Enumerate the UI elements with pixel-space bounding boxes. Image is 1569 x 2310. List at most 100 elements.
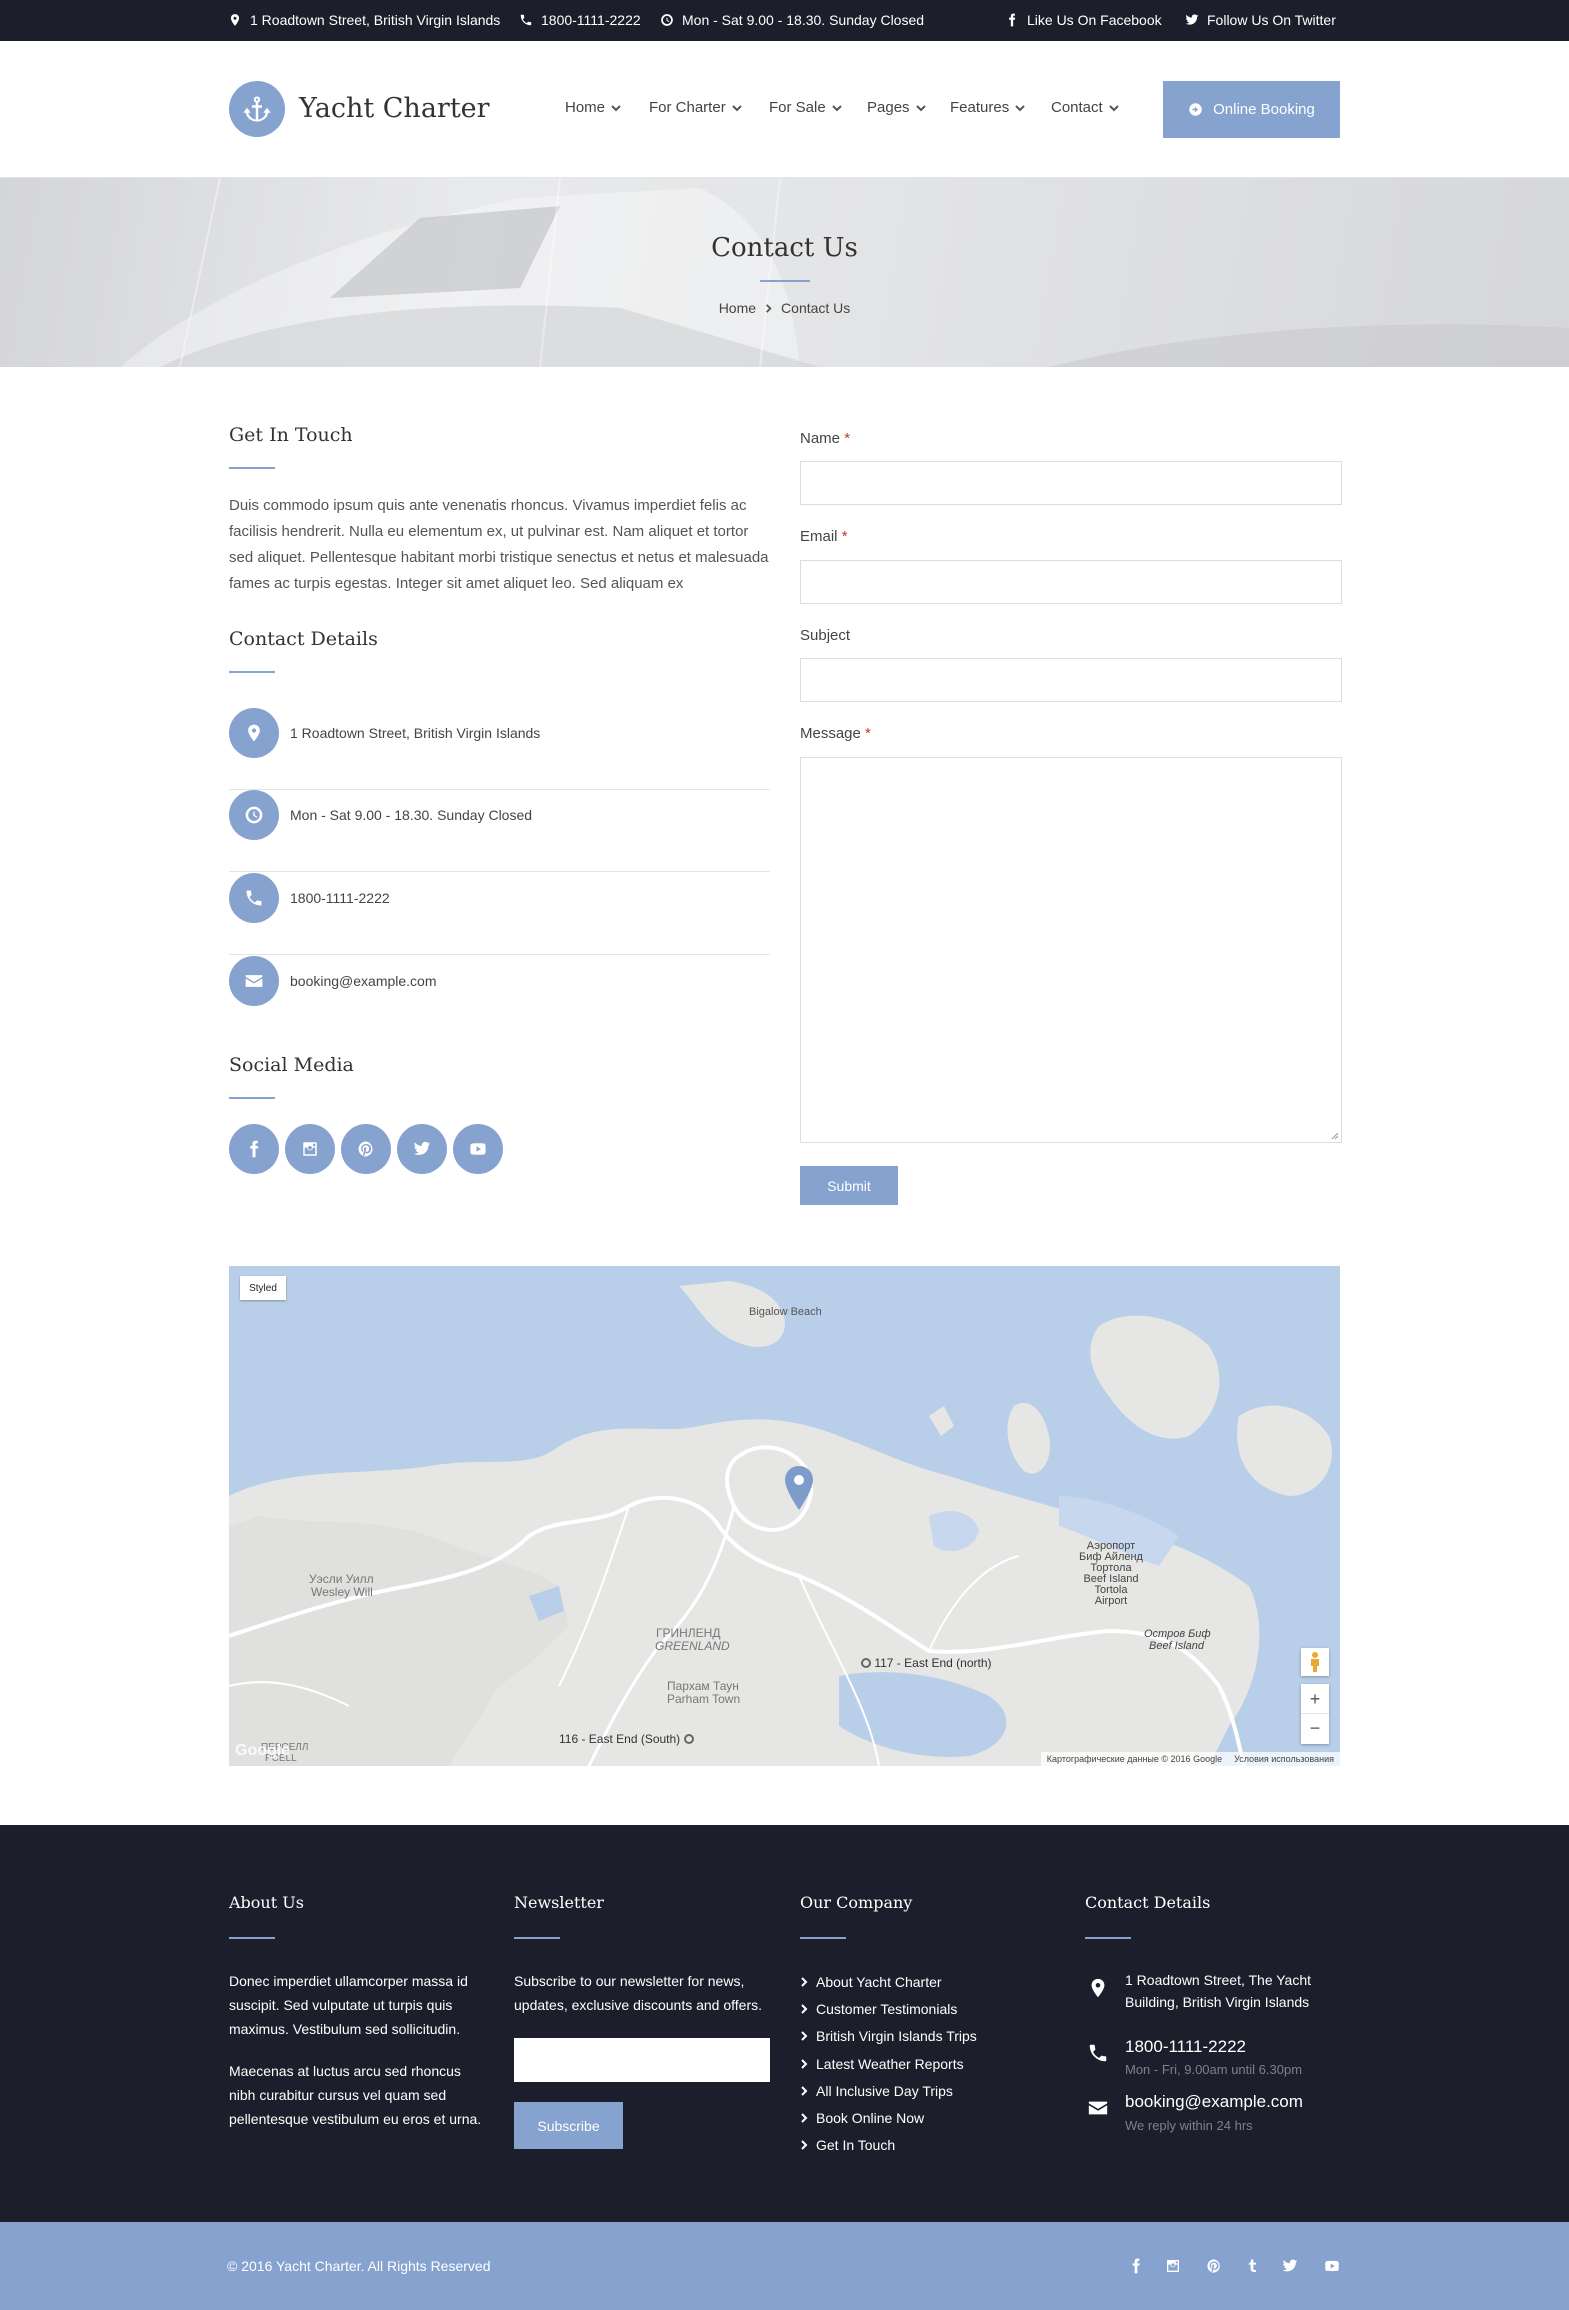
facebook-icon bbox=[1009, 13, 1016, 27]
google-logo[interactable]: Google bbox=[235, 1742, 290, 1760]
social-pinterest-button[interactable] bbox=[341, 1124, 391, 1174]
footer-link[interactable]: Get In Touch bbox=[800, 2132, 977, 2159]
social-instagram-button[interactable] bbox=[285, 1124, 335, 1174]
envelope-icon bbox=[245, 975, 263, 987]
online-booking-button[interactable]: Online Booking bbox=[1163, 81, 1340, 138]
bottom-facebook-link[interactable] bbox=[1126, 2256, 1146, 2276]
footer-phone[interactable]: 1800-1111-2222 bbox=[1125, 2037, 1246, 2057]
footer-email[interactable]: booking@example.com bbox=[1125, 2092, 1303, 2112]
newsletter-email-input[interactable] bbox=[514, 2038, 770, 2082]
copyright-text: © 2016 Yacht Charter. All Rights Reserve… bbox=[227, 2258, 491, 2274]
map-pin-icon[interactable] bbox=[785, 1466, 813, 1510]
map-label: Уэсли Уилл bbox=[309, 1572, 374, 1586]
clock-icon bbox=[245, 806, 263, 824]
newsletter-text: Subscribe to our newsletter for news, up… bbox=[514, 1973, 763, 2013]
chevron-right-icon bbox=[766, 303, 772, 313]
map-style-toggle[interactable]: Styled bbox=[240, 1276, 286, 1300]
footer-link[interactable]: All Inclusive Day Trips bbox=[800, 2077, 977, 2104]
map-terms-link[interactable]: Условия использования bbox=[1234, 1754, 1334, 1764]
zoom-in-button[interactable]: + bbox=[1301, 1684, 1329, 1714]
pinterest-icon bbox=[358, 1141, 373, 1157]
footer-phone-hours: Mon - Fri, 9.00am until 6.30pm bbox=[1125, 2062, 1303, 2077]
contact-item-text[interactable]: 1800-1111-2222 bbox=[290, 890, 390, 906]
topbar-phone[interactable]: 1800-1111-2222 bbox=[519, 12, 641, 28]
breadcrumb-home-link[interactable]: Home bbox=[719, 300, 756, 316]
footer-link[interactable]: Latest Weather Reports bbox=[800, 2050, 977, 2077]
heading-underline bbox=[514, 1937, 560, 1939]
nav-pages[interactable]: Pages bbox=[867, 99, 926, 116]
social-twitter-button[interactable] bbox=[397, 1124, 447, 1174]
subject-label: Subject bbox=[800, 627, 851, 644]
instagram-icon bbox=[1167, 2260, 1179, 2272]
footer-about-heading: About Us bbox=[229, 1893, 304, 1912]
bottom-pinterest-link[interactable] bbox=[1204, 2256, 1224, 2276]
footer-company-heading: Our Company bbox=[800, 1893, 913, 1912]
youtube-icon bbox=[470, 1143, 486, 1155]
contact-item-text[interactable]: booking@example.com bbox=[290, 973, 437, 989]
bottom-tumblr-link[interactable] bbox=[1242, 2256, 1262, 2276]
contact-icon-badge bbox=[229, 790, 279, 840]
bottom-bar: © 2016 Yacht Charter. All Rights Reserve… bbox=[0, 2222, 1569, 2310]
map-airport-label: Аэропорт Биф Айленд Тортола Beef Island … bbox=[1079, 1540, 1143, 1607]
anchor-icon bbox=[243, 96, 271, 122]
subscribe-button[interactable]: Subscribe bbox=[514, 2102, 623, 2149]
name-input[interactable] bbox=[800, 461, 1342, 505]
heading-underline bbox=[229, 1097, 275, 1099]
heading-underline bbox=[229, 1937, 275, 1939]
twitter-icon bbox=[1282, 2259, 1298, 2272]
logo-badge[interactable] bbox=[229, 81, 285, 137]
footer-link[interactable]: Book Online Now bbox=[800, 2104, 977, 2131]
map-label: Пархам Таун bbox=[667, 1679, 739, 1693]
footer-link[interactable]: British Virgin Islands Trips bbox=[800, 2023, 977, 2050]
heading-underline bbox=[229, 671, 275, 673]
topbar-facebook-link[interactable]: Like Us On Facebook bbox=[1005, 12, 1162, 28]
footer-link[interactable]: Customer Testimonials bbox=[800, 1995, 977, 2022]
envelope-icon bbox=[1088, 2101, 1108, 2115]
site-footer: About Us Donec imperdiet ullamcorper mas… bbox=[0, 1825, 1569, 2222]
bottom-youtube-link[interactable] bbox=[1322, 2256, 1342, 2276]
chevron-down-icon bbox=[1015, 104, 1025, 111]
street-view-pegman[interactable] bbox=[1301, 1648, 1329, 1676]
map-label: 116 - East End (South) bbox=[559, 1732, 694, 1746]
page-title: Contact Us bbox=[711, 233, 858, 263]
footer-link[interactable]: About Yacht Charter bbox=[800, 1968, 977, 1995]
phone-icon bbox=[246, 890, 262, 906]
tumblr-icon bbox=[1248, 2259, 1256, 2272]
footer-about-text-2: Maecenas at luctus arcu sed rhoncus nibh… bbox=[229, 2063, 482, 2127]
email-input[interactable] bbox=[800, 560, 1342, 604]
social-youtube-button[interactable] bbox=[453, 1124, 503, 1174]
message-textarea[interactable] bbox=[800, 757, 1342, 1143]
nav-for-charter[interactable]: For Charter bbox=[649, 99, 742, 116]
footer-email-note: We reply within 24 hrs bbox=[1125, 2118, 1253, 2133]
nav-contact[interactable]: Contact bbox=[1051, 99, 1119, 116]
footer-contact-heading: Contact Details bbox=[1085, 1893, 1211, 1912]
map-marker-icon bbox=[1091, 1978, 1105, 1998]
chevron-right-icon bbox=[801, 2113, 808, 2123]
nav-home[interactable]: Home bbox=[565, 99, 621, 116]
twitter-icon bbox=[413, 1141, 431, 1156]
nav-features[interactable]: Features bbox=[950, 99, 1025, 116]
heading-underline bbox=[800, 1937, 846, 1939]
contact-details-heading: Contact Details bbox=[229, 628, 378, 650]
title-underline bbox=[760, 280, 810, 282]
subject-input[interactable] bbox=[800, 658, 1342, 702]
location-map[interactable]: Styled Bigalow Beach Уэсли Уилл Wesley W… bbox=[229, 1266, 1340, 1766]
topbar-twitter-link[interactable]: Follow Us On Twitter bbox=[1185, 12, 1336, 28]
logo-text[interactable]: Yacht Charter bbox=[299, 93, 490, 124]
yacht-background-image bbox=[120, 178, 1569, 367]
bottom-instagram-link[interactable] bbox=[1163, 2256, 1183, 2276]
contact-item-email: booking@example.com bbox=[229, 956, 770, 1038]
submit-button[interactable]: Submit bbox=[800, 1166, 898, 1205]
social-facebook-button[interactable] bbox=[229, 1124, 279, 1174]
get-in-touch-text: Duis commodo ipsum quis ante venenatis r… bbox=[229, 497, 769, 592]
clock-icon bbox=[661, 14, 673, 26]
zoom-out-button[interactable]: − bbox=[1301, 1714, 1329, 1744]
social-media-heading: Social Media bbox=[229, 1054, 354, 1076]
resize-handle-icon[interactable] bbox=[1329, 1130, 1339, 1140]
nav-for-sale[interactable]: For Sale bbox=[769, 99, 842, 116]
chevron-down-icon bbox=[731, 104, 742, 111]
facebook-icon bbox=[1132, 2258, 1140, 2274]
bottom-twitter-link[interactable] bbox=[1280, 2256, 1300, 2276]
site-header: Yacht Charter Home For Charter For Sale … bbox=[0, 41, 1569, 178]
chevron-down-icon bbox=[1108, 104, 1119, 111]
